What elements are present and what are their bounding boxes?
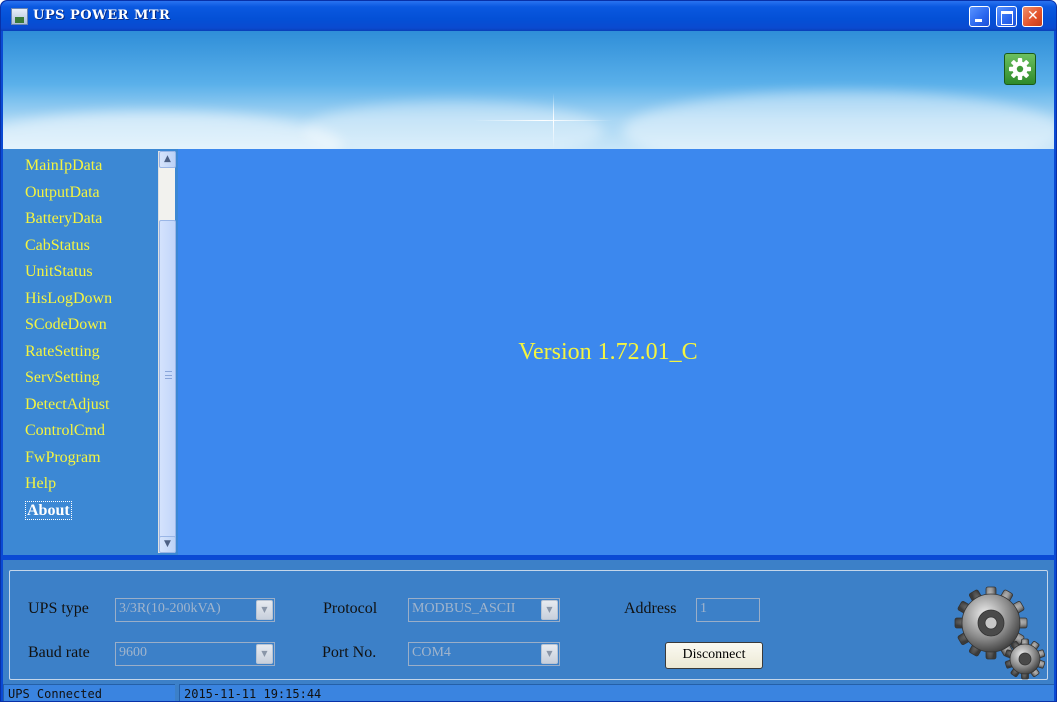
close-button[interactable]: ✕ [1022,6,1043,27]
connection-status: UPS Connected [3,684,175,701]
baud-rate-value: 9600 [119,645,147,660]
window-title: UPS POWER MTR [33,8,171,23]
sidebar-item-help[interactable]: Help [7,471,157,498]
sidebar-item-label: DetectAdjust [25,395,110,413]
banner-sparkle [473,120,613,121]
version-label: Version 1.72.01_C [518,339,698,365]
baud-rate-select[interactable]: 9600 ▼ [115,642,275,666]
close-icon: ✕ [1027,8,1039,24]
protocol-select[interactable]: MODBUS_ASCII ▼ [408,598,560,622]
sidebar-item-about[interactable]: About [7,498,157,525]
sidebar-item-label: UnitStatus [25,263,93,280]
sidebar-item-label: OutputData [25,183,100,201]
sidebar-item-label: Help [25,475,57,492]
banner-sparkle [553,93,554,149]
sidebar-item-scodedown[interactable]: SCodeDown [7,312,157,339]
scroll-up-button[interactable]: ▲ [159,151,176,168]
sidebar-item-label: About [25,500,72,520]
control-panel: UPS type 3/3R(10-200kVA) ▼ Baud rate 960… [3,556,1054,682]
sidebar-item-label: ControlCmd [25,422,106,439]
sidebar: MainIpData OutputData BatteryData CabStatus… [3,149,178,555]
title-bar[interactable]: UPS POWER MTR ✕ [1,1,1056,31]
gears-icon [954,586,1045,680]
address-field[interactable]: 1 [696,598,760,622]
sidebar-item-label: HisLogDown [25,289,113,307]
protocol-label: Protocol [323,600,378,617]
sidebar-item-label: CabStatus [25,236,90,254]
status-timestamp: 2015-11-11 19:15:44 [179,684,1054,701]
grip-icon [165,371,172,379]
sidebar-item-label: RateSetting [25,342,100,360]
sidebar-item-detectadjust[interactable]: DetectAdjust [7,392,157,419]
port-label: Port No. [322,644,377,661]
maximize-button[interactable] [996,6,1017,27]
scroll-thumb[interactable] [159,220,176,545]
app-window: UPS POWER MTR ✕ MainIpData OutputData Ba… [0,0,1057,702]
main-content: Version 1.72.01_C [178,149,1054,555]
sidebar-item-label: ServSetting [25,369,100,386]
sidebar-item-label: SCodeDown [25,316,107,333]
app-icon [11,8,28,25]
address-value: 1 [700,601,707,616]
sidebar-item-servsetting[interactable]: ServSetting [7,365,157,392]
sidebar-item-cabstatus[interactable]: CabStatus [7,233,157,260]
banner-cloud [303,101,603,149]
chevron-down-icon[interactable]: ▼ [541,644,558,664]
sidebar-item-controlcmd[interactable]: ControlCmd [7,418,157,445]
banner-cloud [623,91,1054,149]
ups-type-value: 3/3R(10-200kVA) [119,601,221,616]
ups-type-select[interactable]: 3/3R(10-200kVA) ▼ [115,598,275,622]
port-value: COM4 [412,645,451,660]
sidebar-item-outputdata[interactable]: OutputData [7,180,157,207]
sidebar-item-label: BatteryData [25,210,103,227]
chevron-down-icon: ▼ [164,539,171,549]
nav-list: MainIpData OutputData BatteryData CabStatus… [7,153,157,524]
settings-button[interactable] [1004,53,1036,85]
sidebar-item-unitstatus[interactable]: UnitStatus [7,259,157,286]
gear-icon [1009,58,1031,80]
header-banner [3,31,1054,149]
ups-type-label: UPS type [28,600,89,617]
status-bar: UPS Connected 2015-11-11 19:15:44 [3,682,1054,701]
protocol-value: MODBUS_ASCII [412,601,516,616]
disconnect-button[interactable]: Disconnect [665,642,763,669]
sidebar-item-ratesetting[interactable]: RateSetting [7,339,157,366]
sidebar-item-label: FwProgram [25,448,101,466]
chevron-down-icon[interactable]: ▼ [256,600,273,620]
scroll-down-button[interactable]: ▼ [159,536,176,553]
port-select[interactable]: COM4 ▼ [408,642,560,666]
sidebar-item-hislogdown[interactable]: HisLogDown [7,286,157,313]
chevron-down-icon[interactable]: ▼ [541,600,558,620]
minimize-button[interactable] [969,6,990,27]
sidebar-item-label: MainIpData [25,157,103,174]
chevron-up-icon: ▲ [164,154,171,164]
control-group: UPS type 3/3R(10-200kVA) ▼ Baud rate 960… [9,570,1048,680]
sidebar-scrollbar[interactable]: ▲ ▼ [158,151,176,553]
baud-rate-label: Baud rate [28,644,90,661]
chevron-down-icon[interactable]: ▼ [256,644,273,664]
address-label: Address [624,600,677,617]
sidebar-item-fwprogram[interactable]: FwProgram [7,445,157,472]
sidebar-item-batterydata[interactable]: BatteryData [7,206,157,233]
banner-cloud [3,111,343,149]
sidebar-item-mainipdata[interactable]: MainIpData [7,153,157,180]
